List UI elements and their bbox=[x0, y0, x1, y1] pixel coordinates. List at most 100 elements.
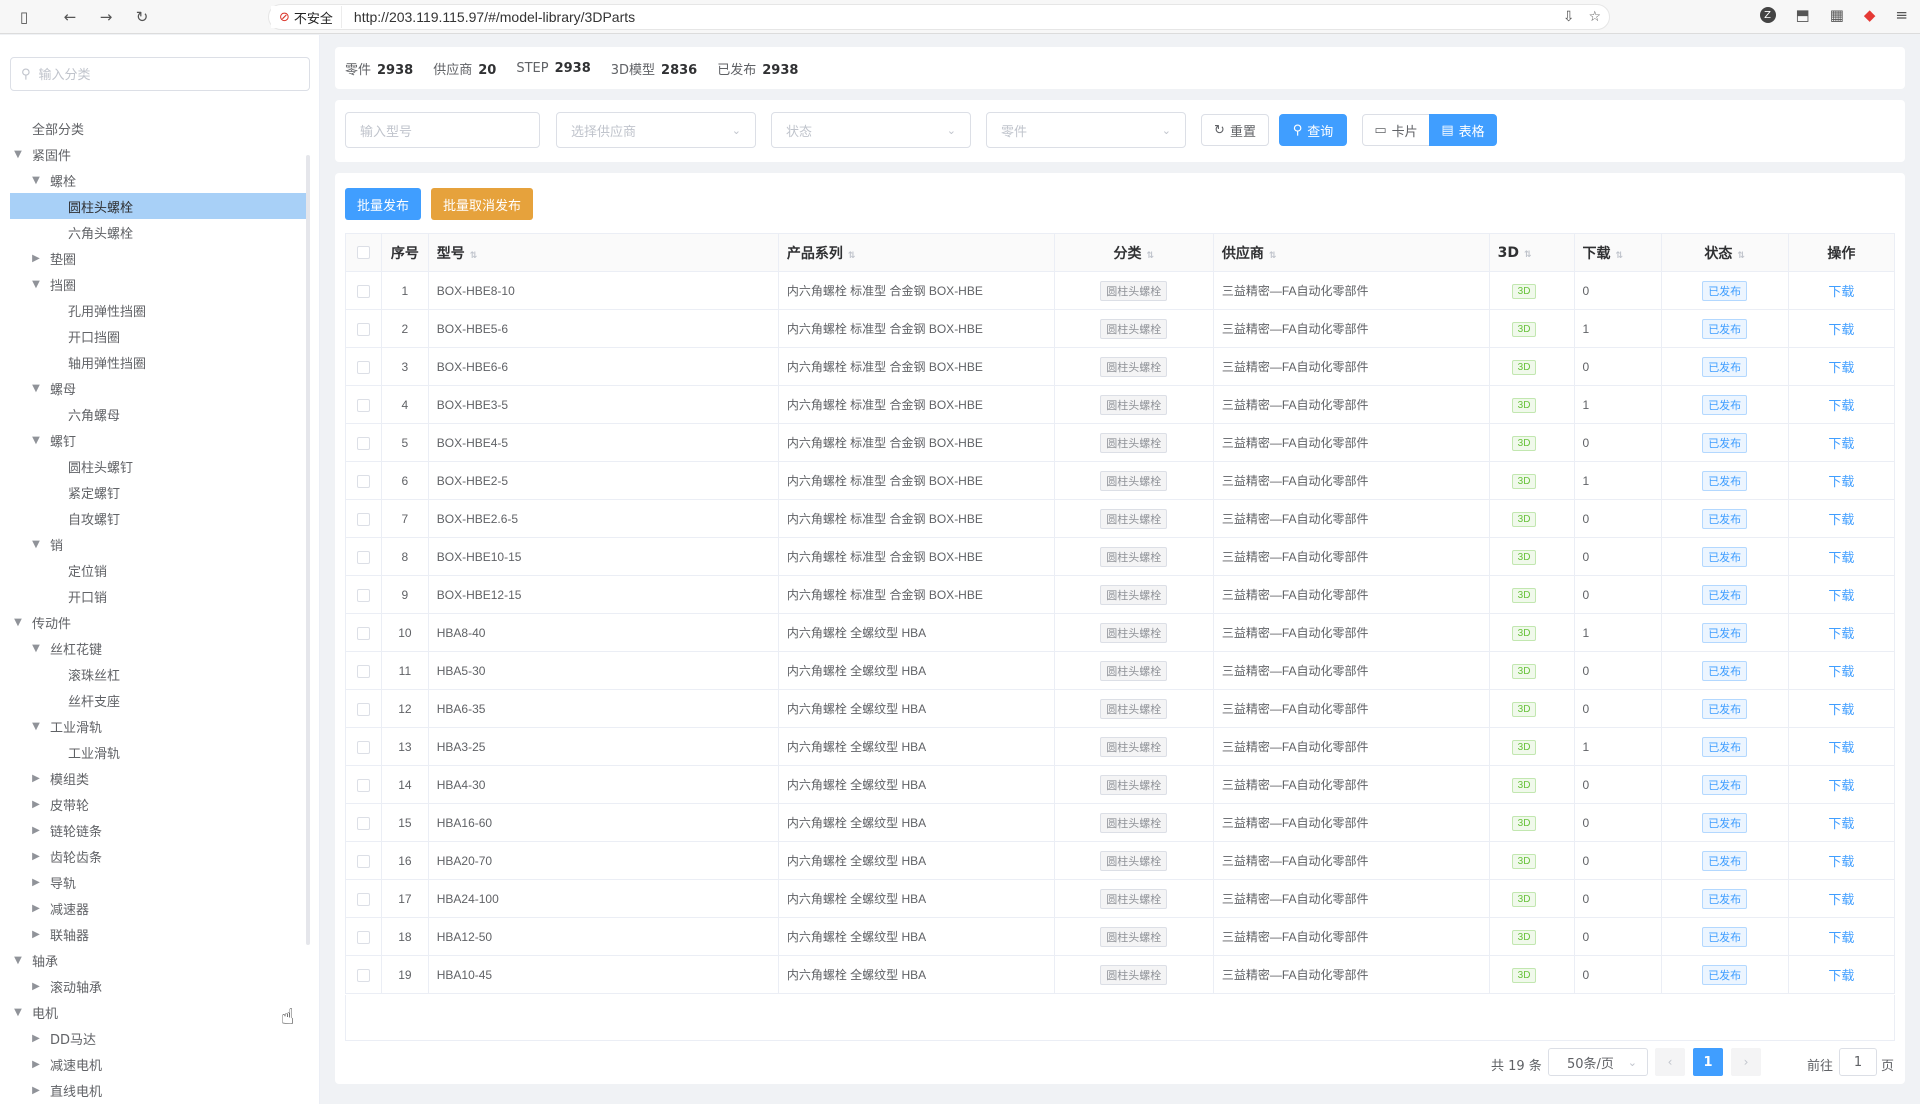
reload-icon[interactable]: ↻ bbox=[130, 5, 154, 29]
header-series[interactable]: 产品系列 ⇅ bbox=[777, 233, 1055, 272]
caret-right-icon[interactable]: ▶ bbox=[28, 877, 44, 888]
tree-node[interactable]: ▶ 皮带轮 bbox=[10, 791, 308, 817]
row-checkbox[interactable] bbox=[357, 816, 371, 830]
tree-node[interactable]: ▶开口挡圈 bbox=[10, 323, 308, 349]
row-checkbox[interactable] bbox=[357, 968, 371, 982]
caret-down-icon[interactable]: ▼ bbox=[10, 617, 26, 628]
row-checkbox[interactable] bbox=[357, 626, 371, 640]
profile-z-icon[interactable]: Z bbox=[1759, 7, 1776, 23]
tree-node[interactable]: ▶工业滑轨 bbox=[10, 739, 308, 765]
download-link[interactable]: 下载 bbox=[1828, 474, 1854, 489]
query-button[interactable]: ⚲ 查询 bbox=[1279, 114, 1347, 146]
tree-node[interactable]: ▶圆柱头螺栓 bbox=[10, 193, 308, 219]
tree-node[interactable]: ▶开口销 bbox=[10, 583, 308, 609]
download-link[interactable]: 下载 bbox=[1828, 778, 1854, 793]
tree-node[interactable]: ▶滚珠丝杠 bbox=[10, 661, 308, 687]
download-link[interactable]: 下载 bbox=[1828, 740, 1854, 755]
install-app-icon[interactable]: ⇩ bbox=[1563, 9, 1575, 25]
forward-icon[interactable]: → bbox=[94, 5, 118, 29]
row-checkbox[interactable] bbox=[357, 778, 371, 792]
security-indicator[interactable]: ⊘ 不安全 bbox=[271, 6, 342, 28]
tree-node[interactable]: ▶全部分类 bbox=[10, 115, 308, 141]
row-checkbox[interactable] bbox=[357, 512, 371, 526]
download-link[interactable]: 下载 bbox=[1828, 284, 1854, 299]
qr-code-icon[interactable]: ▦ bbox=[1830, 6, 1844, 24]
tree-node[interactable]: ▶六角螺母 bbox=[10, 401, 308, 427]
card-view-button[interactable]: ▭ 卡片 bbox=[1362, 114, 1430, 146]
caret-right-icon[interactable]: ▶ bbox=[28, 903, 44, 914]
download-link[interactable]: 下载 bbox=[1828, 436, 1854, 451]
extensions-icon[interactable]: ⬒ bbox=[1796, 6, 1810, 24]
sort-icon[interactable]: ⇅ bbox=[1524, 250, 1532, 260]
row-checkbox[interactable] bbox=[357, 322, 371, 336]
row-checkbox[interactable] bbox=[357, 664, 371, 678]
caret-down-icon[interactable]: ▼ bbox=[10, 955, 26, 966]
url-text[interactable]: http://203.119.115.97/#/model-library/3D… bbox=[354, 9, 635, 25]
header-3d[interactable]: 3D ⇅ bbox=[1488, 233, 1575, 272]
tree-scrollbar[interactable] bbox=[306, 155, 310, 945]
download-link[interactable]: 下载 bbox=[1828, 664, 1854, 679]
tree-node[interactable]: ▼ 电机 bbox=[10, 999, 308, 1025]
row-checkbox[interactable] bbox=[357, 740, 371, 754]
reset-button[interactable]: ↻ 重置 bbox=[1201, 114, 1269, 146]
tree-node[interactable]: ▼ 传动件 bbox=[10, 609, 308, 635]
tree-node[interactable]: ▶ 减速器 bbox=[10, 895, 308, 921]
tree-node[interactable]: ▼ 螺母 bbox=[10, 375, 308, 401]
caret-right-icon[interactable]: ▶ bbox=[28, 981, 44, 992]
back-icon[interactable]: ← bbox=[58, 5, 82, 29]
download-link[interactable]: 下载 bbox=[1828, 816, 1854, 831]
model-input[interactable]: 输入型号 bbox=[345, 112, 540, 148]
tree-node[interactable]: ▶自攻螺钉 bbox=[10, 505, 308, 531]
download-link[interactable]: 下载 bbox=[1828, 550, 1854, 565]
caret-right-icon[interactable]: ▶ bbox=[28, 851, 44, 862]
download-link[interactable]: 下载 bbox=[1828, 702, 1854, 717]
tree-node[interactable]: ▶ 导轨 bbox=[10, 869, 308, 895]
page-size-select[interactable]: 50条/页 ⌄ bbox=[1548, 1048, 1648, 1076]
sidebar-toggle-icon[interactable]: ▯ bbox=[12, 5, 36, 29]
caret-down-icon[interactable]: ▼ bbox=[28, 175, 44, 186]
row-checkbox[interactable] bbox=[357, 436, 371, 450]
caret-down-icon[interactable]: ▼ bbox=[28, 383, 44, 394]
caret-down-icon[interactable]: ▼ bbox=[28, 643, 44, 654]
download-link[interactable]: 下载 bbox=[1828, 930, 1854, 945]
row-checkbox[interactable] bbox=[357, 360, 371, 374]
tree-node[interactable]: ▼ 螺钉 bbox=[10, 427, 308, 453]
tree-node[interactable]: ▶ 垫圈 bbox=[10, 245, 308, 271]
select-all-checkbox[interactable] bbox=[357, 246, 371, 259]
row-checkbox[interactable] bbox=[357, 930, 371, 944]
header-category[interactable]: 分类 ⇅ bbox=[1053, 233, 1214, 272]
caret-right-icon[interactable]: ▶ bbox=[28, 799, 44, 810]
tree-node[interactable]: ▶紧定螺钉 bbox=[10, 479, 308, 505]
download-link[interactable]: 下载 bbox=[1828, 892, 1854, 907]
row-checkbox[interactable] bbox=[357, 892, 371, 906]
download-link[interactable]: 下载 bbox=[1828, 512, 1854, 527]
sort-icon[interactable]: ⇅ bbox=[470, 251, 478, 261]
caret-right-icon[interactable]: ▶ bbox=[28, 929, 44, 940]
tree-node[interactable]: ▼ 紧固件 bbox=[10, 141, 308, 167]
tree-node[interactable]: ▶六角头螺栓 bbox=[10, 219, 308, 245]
tree-node[interactable]: ▼ 丝杠花键 bbox=[10, 635, 308, 661]
category-search-input[interactable] bbox=[38, 66, 279, 82]
tree-node[interactable]: ▶孔用弹性挡圈 bbox=[10, 297, 308, 323]
tree-node[interactable]: ▶ 模组类 bbox=[10, 765, 308, 791]
caret-right-icon[interactable]: ▶ bbox=[28, 825, 44, 836]
caret-right-icon[interactable]: ▶ bbox=[28, 1085, 44, 1096]
sort-icon[interactable]: ⇅ bbox=[1737, 251, 1745, 261]
eraser-icon[interactable]: ◆ bbox=[1864, 6, 1876, 24]
next-page-button[interactable]: › bbox=[1731, 1048, 1761, 1076]
bulk-unpublish-button[interactable]: 批量取消发布 bbox=[431, 188, 533, 220]
header-model[interactable]: 型号 ⇅ bbox=[427, 233, 779, 272]
tree-node[interactable]: ▶ 齿轮齿条 bbox=[10, 843, 308, 869]
row-checkbox[interactable] bbox=[357, 854, 371, 868]
tree-node[interactable]: ▶ DD马达 bbox=[10, 1025, 308, 1051]
tree-node[interactable]: ▼ 销 bbox=[10, 531, 308, 557]
row-checkbox[interactable] bbox=[357, 284, 371, 298]
page-number-current[interactable]: 1 bbox=[1693, 1048, 1723, 1076]
caret-down-icon[interactable]: ▼ bbox=[28, 539, 44, 550]
row-checkbox[interactable] bbox=[357, 702, 371, 716]
header-supplier[interactable]: 供应商 ⇅ bbox=[1212, 233, 1490, 272]
tree-node[interactable]: ▶圆柱头螺钉 bbox=[10, 453, 308, 479]
goto-page-input[interactable]: 1 bbox=[1839, 1048, 1877, 1076]
caret-down-icon[interactable]: ▼ bbox=[28, 721, 44, 732]
download-link[interactable]: 下载 bbox=[1828, 968, 1854, 983]
